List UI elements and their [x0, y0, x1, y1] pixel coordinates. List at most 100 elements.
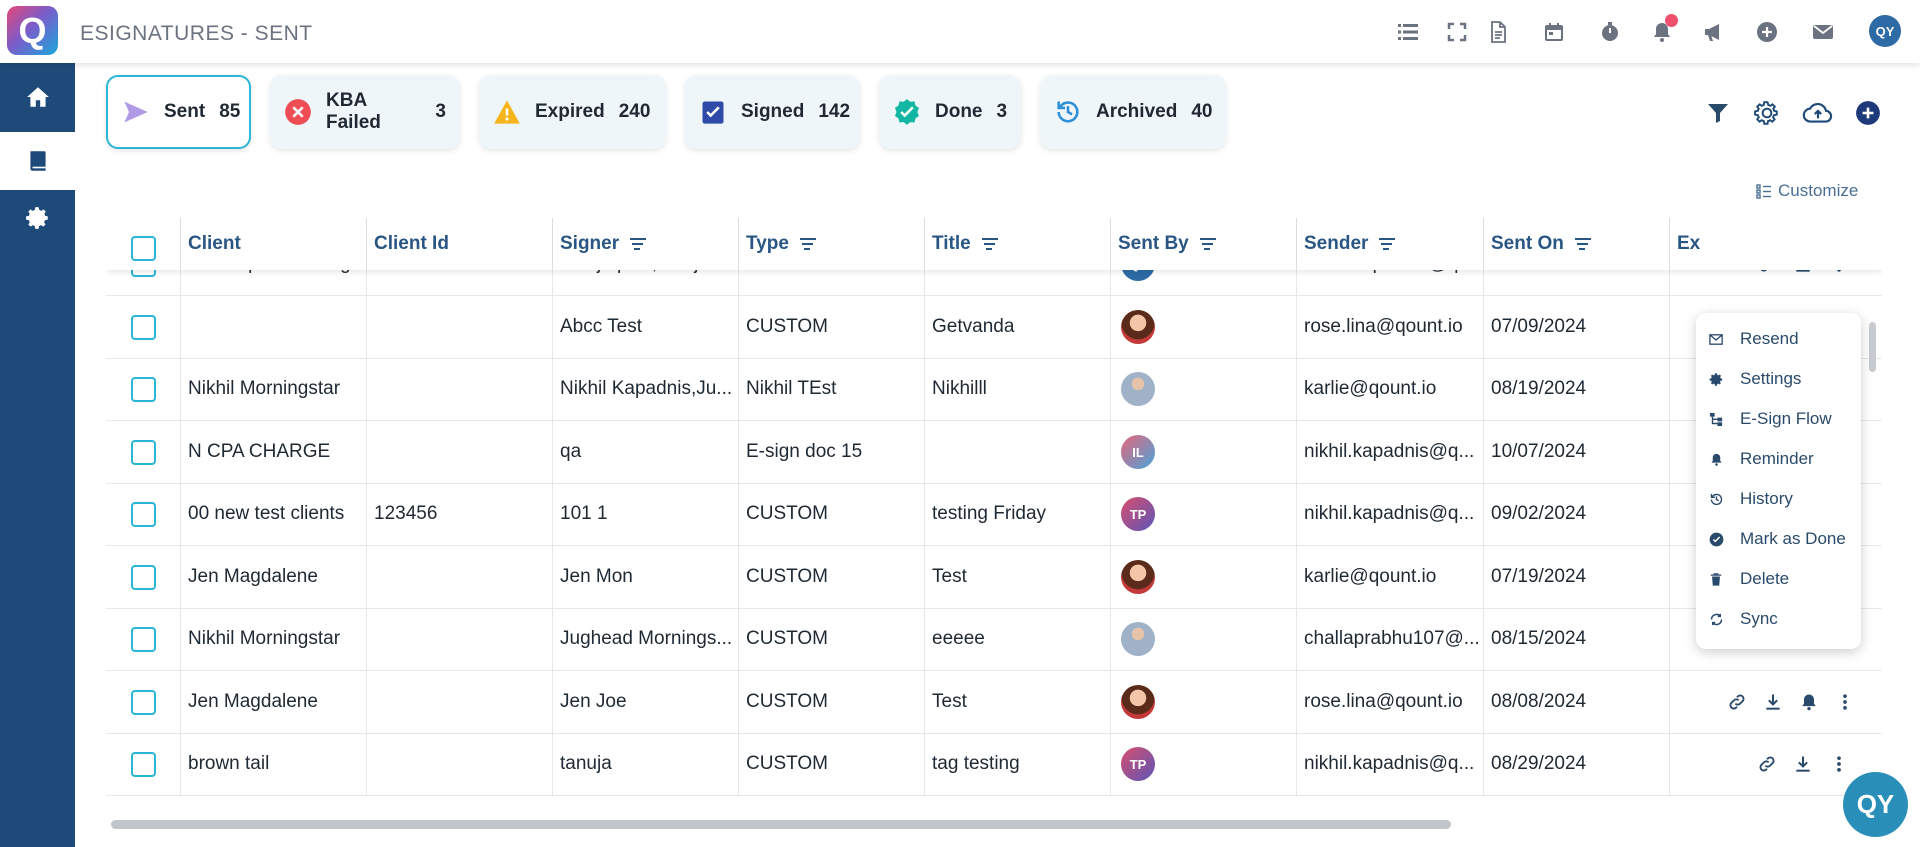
menu-item-history[interactable]: History [1696, 479, 1861, 519]
reminder-bell-icon[interactable] [1798, 691, 1820, 713]
column-sender[interactable]: Sender [1297, 218, 1484, 270]
cell-signer: Jughead Mornings... [553, 608, 739, 670]
sync-icon [1708, 611, 1724, 627]
table-row[interactable]: Jen Magdalene Jen Joe CUSTOM Test rose.lina@… [106, 671, 1882, 734]
table-row[interactable]: Nikhil Morningstar Nikhil Kapadnis,Ju... N… [106, 358, 1882, 421]
cell-title: eeeee [925, 608, 1111, 670]
cell-client-id [367, 671, 553, 733]
cell-sent-on: 07/19/2024 [1484, 546, 1670, 608]
tab-signed[interactable]: Signed 142 [685, 75, 860, 149]
type-text: CUSTOM [746, 753, 828, 774]
column-signer[interactable]: Signer [553, 218, 739, 270]
vertical-scrollbar[interactable] [1869, 322, 1876, 372]
type-text: CUSTOM [746, 566, 828, 587]
sidebar-item-settings[interactable] [0, 189, 75, 247]
menu-item-esign-flow[interactable]: E-Sign Flow [1696, 399, 1861, 439]
signer-text: Jen Mon [560, 566, 633, 587]
megaphone-icon[interactable] [1700, 18, 1728, 46]
cell-client: Nikhil Morningstar [181, 358, 367, 420]
download-icon[interactable] [1792, 753, 1814, 775]
sort-icon [1199, 238, 1216, 250]
table-row[interactable]: Jen Magdalene Jen Mon CUSTOM Test karlie@qou… [106, 546, 1882, 609]
tab-kba-failed[interactable]: KBA Failed 3 [270, 75, 460, 149]
column-title[interactable]: Title [925, 218, 1111, 270]
filter-icon[interactable] [1703, 98, 1733, 128]
sent-on-text: 09/02/2024 [1491, 503, 1587, 524]
cell-sent-on: 10/07/2024 [1484, 421, 1670, 483]
horizontal-scrollbar[interactable] [111, 820, 1451, 829]
fullscreen-icon[interactable] [1443, 18, 1471, 46]
cell-type: CUSTOM [739, 483, 925, 545]
user-avatar[interactable]: QY [1869, 15, 1901, 47]
sort-icon [799, 238, 816, 250]
sidebar-item-esignatures[interactable] [0, 132, 75, 190]
row-checkbox[interactable] [130, 314, 156, 340]
menu-item-reminder[interactable]: Reminder [1696, 439, 1861, 479]
bell-icon[interactable] [1648, 14, 1678, 46]
settings-gear-icon[interactable] [1752, 98, 1782, 128]
cell-title: tag testing [925, 733, 1111, 795]
column-sent-on[interactable]: Sent On [1484, 218, 1670, 270]
calendar-icon[interactable] [1540, 18, 1568, 46]
sender-avatar: TP [1121, 497, 1155, 531]
table-row[interactable]: 00 new test clients 123456 101 1 CUSTOM test… [106, 483, 1882, 546]
row-checkbox[interactable] [130, 376, 156, 402]
cell-sender: nikhil.kapadnis@q... [1297, 733, 1484, 795]
menu-item-mark-as-done[interactable]: Mark as Done [1696, 519, 1861, 559]
table-row[interactable]: brown tail tanuja CUSTOM tag testing TP nikhi… [106, 733, 1882, 796]
row-checkbox[interactable] [130, 689, 156, 715]
cloud-upload-icon[interactable] [1801, 98, 1835, 128]
client-text: Nikhil Morningstar [188, 628, 341, 649]
send-icon [122, 98, 150, 126]
app-logo[interactable]: Q [7, 6, 58, 55]
client-text: Nikhil Morningstar [188, 378, 341, 399]
sidebar-item-home[interactable] [0, 68, 75, 126]
sent-on-text: 08/08/2024 [1491, 691, 1587, 712]
cell-sender: rose.lina@qount.io [1297, 296, 1484, 358]
plus-circle-icon[interactable] [1753, 18, 1781, 46]
column-client[interactable]: Client [181, 218, 367, 270]
column-type[interactable]: Type [739, 218, 925, 270]
cell-title: Test [925, 671, 1111, 733]
menu-item-sync[interactable]: Sync [1696, 599, 1861, 639]
cell-title: Getvanda [925, 296, 1111, 358]
row-checkbox[interactable] [130, 751, 156, 777]
menu-item-resend[interactable]: Resend [1696, 319, 1861, 359]
table-header: Client Client Id Signer Type Title Sent … [106, 218, 1882, 270]
more-vertical-icon[interactable] [1834, 691, 1856, 713]
table-row[interactable]: Nikhil Morningstar Jughead Mornings... CUS… [106, 608, 1882, 671]
sort-icon [1379, 238, 1396, 250]
sender-photo-avatar [1121, 560, 1155, 594]
menu-item-delete[interactable]: Delete [1696, 559, 1861, 599]
list-view-icon[interactable] [1394, 18, 1422, 46]
table-row[interactable]: Abcc Test CUSTOM Getvanda rose.lina@qount.i… [106, 296, 1882, 359]
menu-item-settings[interactable]: Settings [1696, 359, 1861, 399]
row-checkbox[interactable] [130, 501, 156, 527]
more-vertical-icon[interactable] [1828, 753, 1850, 775]
link-icon[interactable] [1726, 691, 1748, 713]
sender-text: rose.lina@qount.io [1304, 691, 1463, 712]
link-icon[interactable] [1756, 753, 1778, 775]
column-sent-by[interactable]: Sent By [1111, 218, 1297, 270]
column-client-id[interactable]: Client Id [367, 218, 553, 270]
column-expires[interactable]: Ex [1670, 218, 1882, 270]
add-circle-icon[interactable] [1853, 98, 1883, 128]
cell-client-id [367, 546, 553, 608]
row-checkbox[interactable] [130, 439, 156, 465]
timer-icon[interactable] [1596, 18, 1624, 46]
row-select-cell [106, 421, 181, 483]
document-icon[interactable] [1484, 18, 1512, 46]
tab-sent[interactable]: Sent 85 [106, 75, 251, 149]
row-checkbox[interactable] [130, 564, 156, 590]
row-checkbox[interactable] [130, 626, 156, 652]
cell-sent-on: 08/29/2024 [1484, 733, 1670, 795]
mail-icon[interactable] [1809, 18, 1837, 46]
tab-expired[interactable]: Expired 240 [479, 75, 666, 149]
tab-done[interactable]: Done 3 [879, 75, 1021, 149]
select-all-checkbox[interactable] [130, 235, 156, 261]
table-row[interactable]: N CPA CHARGE qa E-sign doc 15 IL nikhil.kapa… [106, 421, 1882, 484]
customize-button[interactable]: Customize [1756, 181, 1858, 201]
tab-archived[interactable]: Archived 40 [1040, 75, 1226, 149]
chat-fab-button[interactable]: QY [1843, 772, 1908, 837]
download-icon[interactable] [1762, 691, 1784, 713]
